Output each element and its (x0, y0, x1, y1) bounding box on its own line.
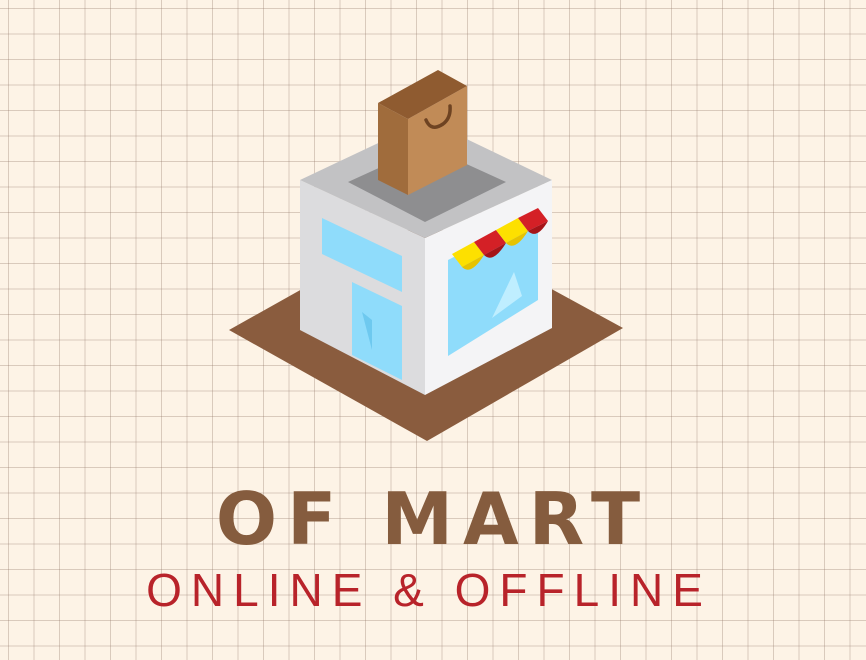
storefront-logo-icon (229, 70, 623, 441)
bag-left-face (378, 103, 408, 195)
brand-tagline: ONLINE & OFFLINE (146, 564, 712, 616)
brand-name: OF MART (215, 477, 651, 561)
